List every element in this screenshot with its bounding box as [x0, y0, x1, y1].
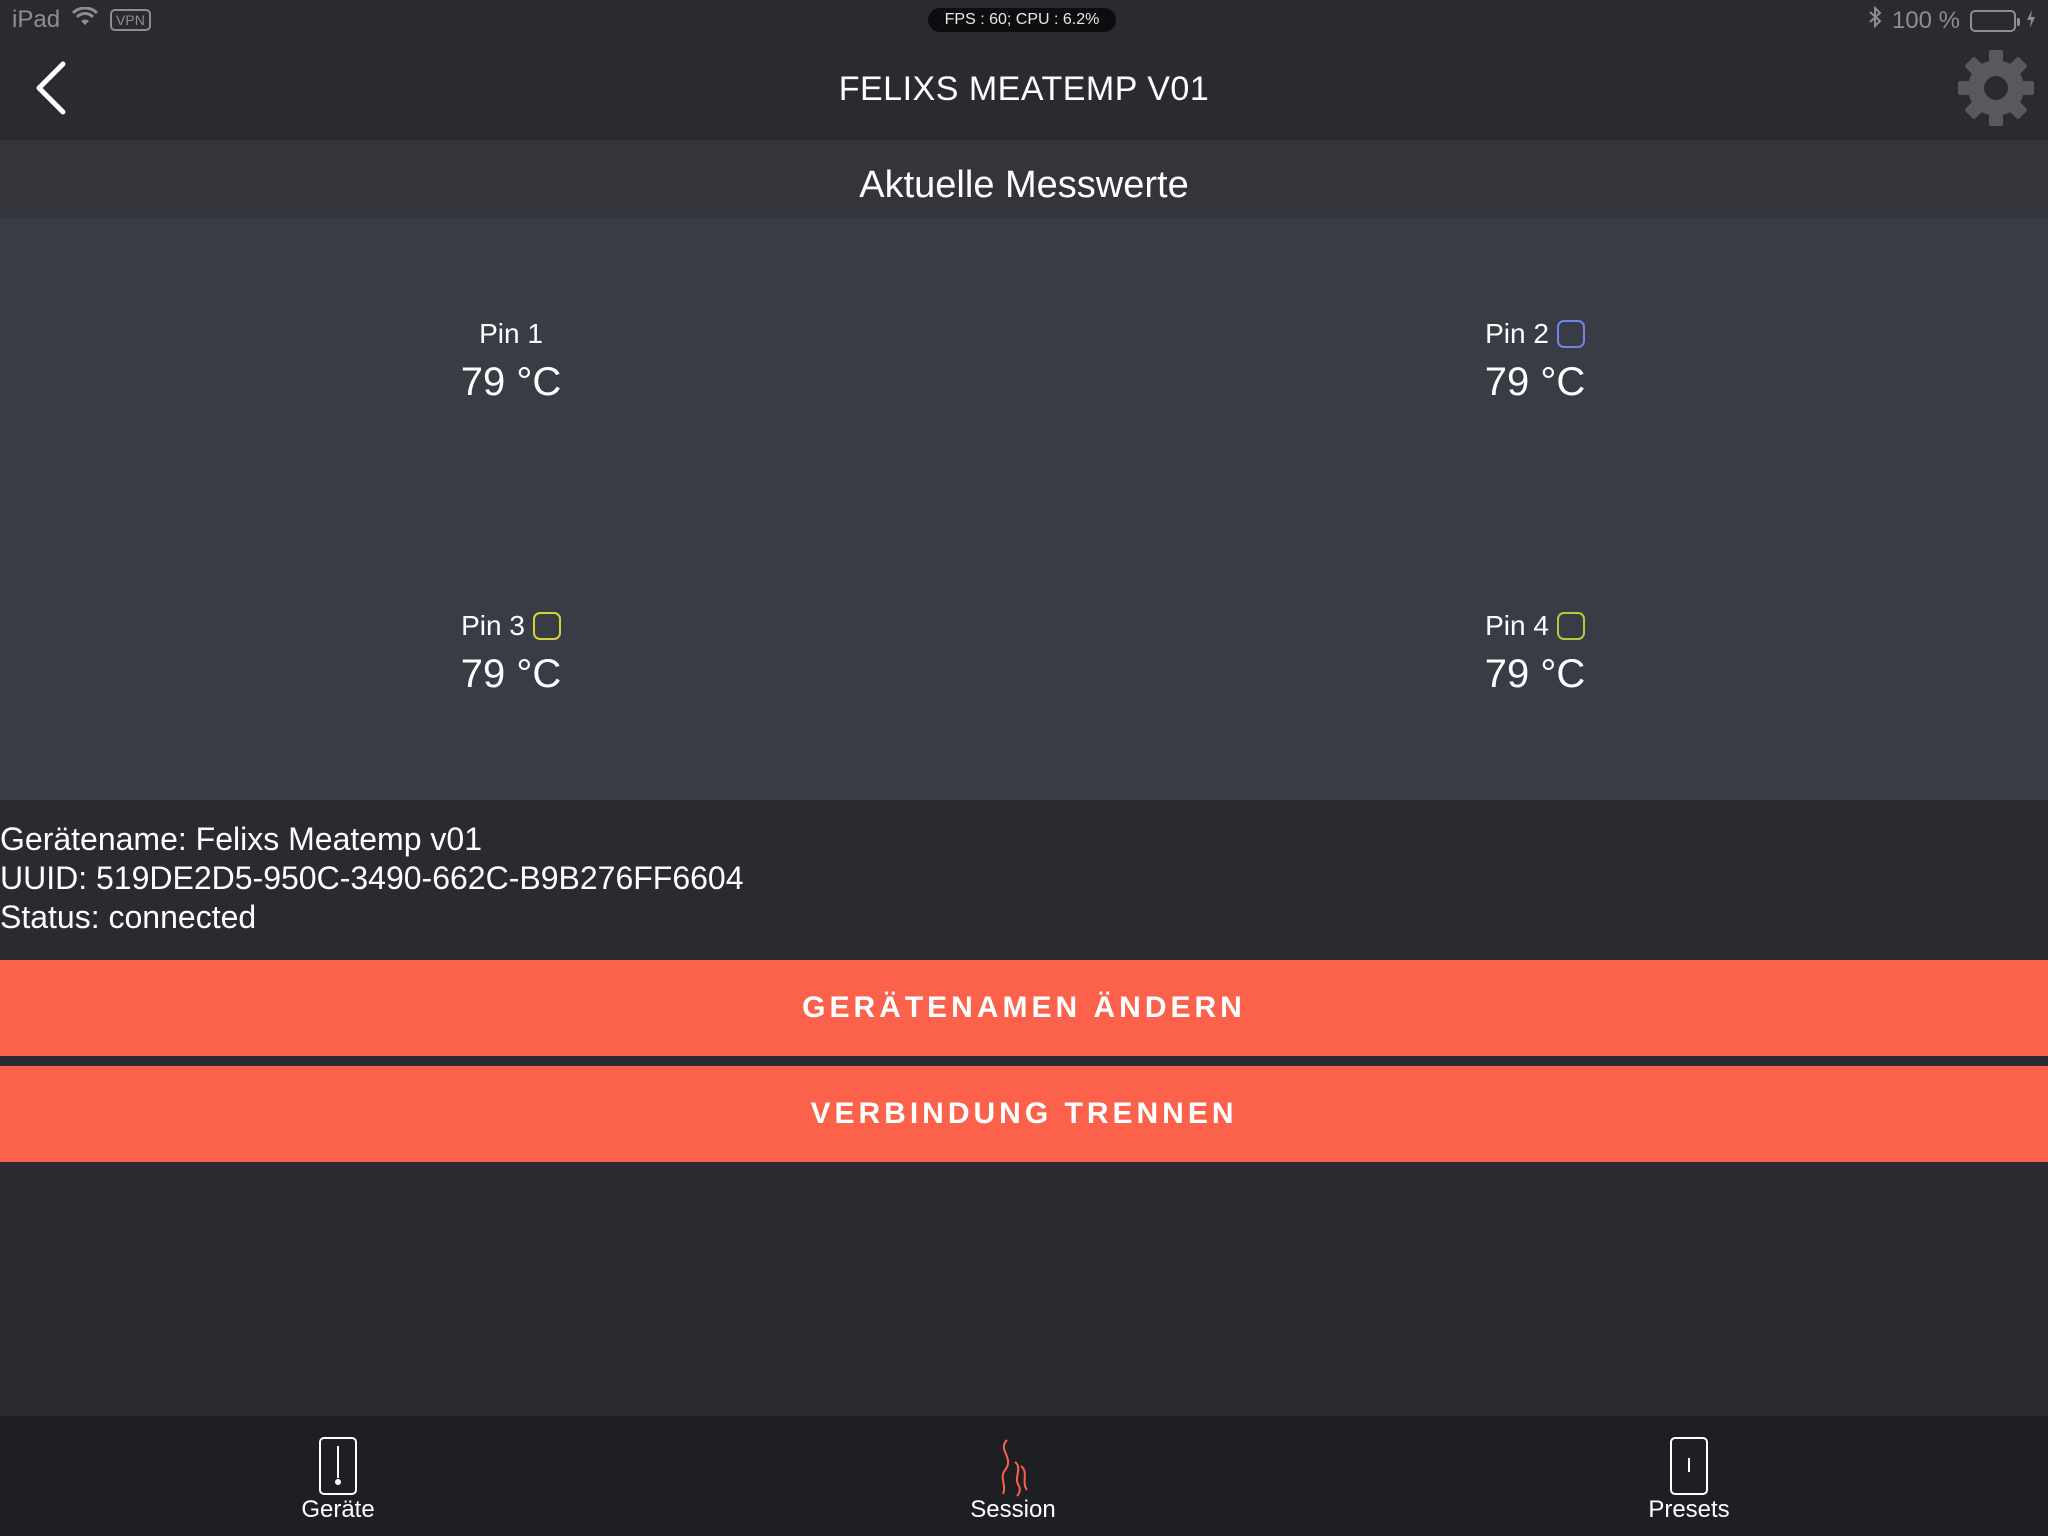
pin-4[interactable]: Pin 4 79 °C: [1385, 610, 1685, 697]
status-left: iPad VPN: [12, 6, 151, 34]
gear-icon: [1952, 50, 2040, 136]
pin-temperature: 79 °C: [460, 652, 562, 696]
status-right: 100 %: [1868, 5, 2036, 35]
measurements-panel: Pin 1 79 °C Pin 2 79 °C Pin 3 79 °C Pin …: [0, 218, 2048, 800]
pin-1[interactable]: Pin 1 79 °C: [361, 318, 661, 405]
pin-temperature: 79 °C: [460, 360, 562, 404]
pin-1-label-row: Pin 1: [479, 318, 543, 350]
color-swatch-icon: [1556, 320, 1585, 348]
pin-temperature: 79 °C: [1484, 360, 1586, 404]
color-swatch-icon: [1556, 612, 1585, 640]
bluetooth-icon: [1868, 5, 1882, 35]
tab-presets[interactable]: Presets: [1539, 1416, 1839, 1536]
pin-3-label-row: Pin 3: [461, 610, 561, 642]
uuid-text: UUID: 519DE2D5-950C-3490-662C-B9B276FF66…: [0, 860, 744, 896]
tab-session[interactable]: Session: [863, 1416, 1163, 1536]
page-title: FELIXS MEATEMP V01: [838, 70, 1210, 108]
tab-label: Presets: [1648, 1496, 1730, 1523]
pin-temperature: 79 °C: [1484, 652, 1586, 696]
app-screen: iPad VPN FPS : 60; CPU : 6.2% 100 % FELI…: [0, 0, 2048, 1536]
thermometer-icon: [318, 1436, 358, 1501]
pin-label: Pin 4: [1485, 610, 1549, 641]
smoke-icon: [993, 1436, 1033, 1503]
vpn-badge: VPN: [110, 9, 151, 31]
tab-bar: Geräte Session Presets: [0, 1416, 2048, 1536]
status-text: Status: connected: [0, 899, 257, 935]
device-name-text: Gerätename: Felixs Meatemp v01: [0, 821, 482, 857]
battery-percent: 100 %: [1891, 6, 1960, 34]
color-swatch-icon: [532, 612, 561, 640]
rename-device-button[interactable]: GERÄTENAMEN ÄNDERN: [0, 960, 2048, 1056]
pin-label: Pin 3: [461, 610, 525, 641]
battery-icon: [1970, 9, 2020, 32]
wifi-icon: [71, 6, 99, 34]
tab-geraete[interactable]: Geräte: [188, 1416, 488, 1536]
device-info: Gerätename: Felixs Meatemp v01 UUID: 519…: [0, 820, 744, 937]
settings-button[interactable]: [1952, 44, 2040, 132]
pin-label: Pin 2: [1485, 318, 1549, 349]
navigation-bar: FELIXS MEATEMP V01: [0, 40, 2048, 140]
charging-icon: [2026, 7, 2036, 35]
device-label: iPad: [12, 6, 61, 33]
fps-indicator: FPS : 60; CPU : 6.2%: [928, 8, 1116, 32]
preset-card-icon: [1669, 1436, 1709, 1501]
pin-2[interactable]: Pin 2 79 °C: [1385, 318, 1685, 405]
status-bar: iPad VPN FPS : 60; CPU : 6.2% 100 %: [0, 0, 2048, 40]
pin-3[interactable]: Pin 3 79 °C: [361, 610, 661, 697]
pin-4-label-row: Pin 4: [1485, 610, 1585, 642]
pin-label: Pin 1: [479, 318, 543, 349]
pin-2-label-row: Pin 2: [1485, 318, 1585, 350]
tab-label: Geräte: [301, 1496, 375, 1523]
disconnect-button[interactable]: VERBINDUNG TRENNEN: [0, 1066, 2048, 1162]
section-title: Aktuelle Messwerte: [0, 140, 2048, 218]
tab-label: Session: [970, 1496, 1056, 1523]
